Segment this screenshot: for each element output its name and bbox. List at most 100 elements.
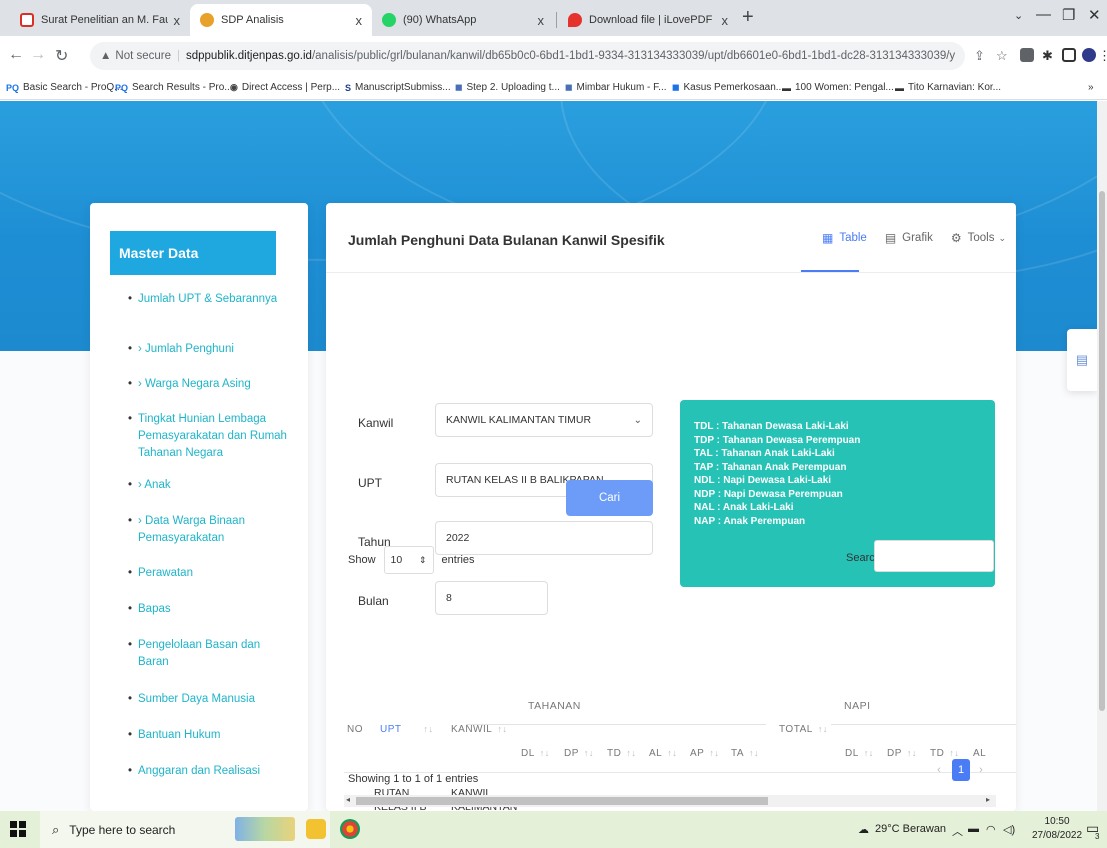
- tab-search-icon[interactable]: ⌄: [1014, 9, 1023, 22]
- cari-button[interactable]: Cari: [566, 480, 653, 516]
- search-input[interactable]: [874, 540, 994, 572]
- column-header-napi-al[interactable]: AL: [973, 748, 986, 759]
- menu-item-tingkat-hunian[interactable]: Tingkat Hunian Lembaga Pemasyarakatan da…: [128, 411, 288, 462]
- bookmark-label: 100 Women: Pengal...: [795, 82, 894, 93]
- column-header-upt[interactable]: UPT ↑↓: [380, 724, 434, 735]
- menu-item-anggaran[interactable]: Anggaran dan Realisasi: [128, 763, 260, 780]
- weather-icon[interactable]: ☁: [858, 823, 869, 836]
- browser-tab-ilovepdf[interactable]: Download file | iLovePDF x: [558, 4, 738, 36]
- tab-table[interactable]: ▦ Table: [822, 231, 867, 245]
- share-icon[interactable]: ⇪: [974, 48, 985, 64]
- bookmarks-bar: PQ Basic Search - ProQ... PQ Search Result…: [0, 78, 1107, 100]
- back-icon[interactable]: ←: [8, 46, 24, 64]
- chevron-up-icon[interactable]: ︿: [952, 823, 963, 839]
- wifi-icon[interactable]: ◠: [986, 823, 996, 836]
- group-divider: [831, 724, 1016, 725]
- bookmark-item[interactable]: PQ Basic Search - ProQ...: [6, 82, 123, 93]
- bbc-icon: ▬: [782, 82, 791, 93]
- menu-item-anak[interactable]: › Anak: [128, 477, 171, 494]
- menu-item-perawatan[interactable]: Perawatan: [128, 565, 193, 582]
- bookmark-item[interactable]: PQ Search Results - Pro...: [115, 82, 233, 93]
- forward-icon[interactable]: →: [30, 46, 46, 64]
- menu-item-warga-negara-asing[interactable]: › Warga Negara Asing: [128, 376, 251, 393]
- column-header-tahanan-dp[interactable]: DP ↑↓: [564, 748, 594, 759]
- news-icon: ◼: [672, 82, 680, 92]
- profile-avatar[interactable]: [1082, 48, 1096, 62]
- puzzle-icon[interactable]: ✱: [1042, 48, 1053, 64]
- master-data-title: Master Data: [110, 231, 276, 275]
- table-header-divider: [344, 772, 1016, 773]
- close-icon[interactable]: x: [538, 13, 545, 28]
- weather-text[interactable]: 29°C Berawan: [875, 823, 946, 835]
- column-header-kanwil[interactable]: KANWIL ↑↓: [451, 724, 507, 735]
- window-close-icon[interactable]: ✕: [1088, 6, 1101, 24]
- column-header-napi-dp[interactable]: DP ↑↓: [887, 748, 917, 759]
- chevron-down-icon: ⌄: [633, 415, 642, 426]
- menu-item-jumlah-penghuni[interactable]: › Jumlah Penghuni: [128, 341, 234, 358]
- floating-calculator-button[interactable]: ▤: [1067, 329, 1097, 391]
- extension-icon[interactable]: [1020, 48, 1034, 62]
- search-placeholder: Type here to search: [69, 822, 176, 837]
- bookmark-item[interactable]: ▬ Tito Karnavian: Kor...: [895, 82, 1001, 93]
- column-header-napi-td[interactable]: TD ↑↓: [930, 748, 959, 759]
- menu-item-jumlah-upt[interactable]: Jumlah UPT & Sebarannya: [128, 291, 277, 308]
- menu-item-bantuan-hukum[interactable]: Bantuan Hukum: [128, 727, 220, 744]
- chrome-icon[interactable]: [340, 819, 360, 839]
- bookmark-item[interactable]: ◉ Direct Access | Perp...: [230, 82, 340, 93]
- close-icon[interactable]: x: [356, 13, 363, 28]
- menu-icon[interactable]: ⋮: [1098, 48, 1107, 64]
- taskbar-search-box[interactable]: ⌕ Type here to search: [40, 811, 330, 848]
- scrollbar-thumb[interactable]: [1099, 191, 1105, 711]
- menu-item-bapas[interactable]: Bapas: [128, 601, 171, 618]
- column-header-tahanan-td[interactable]: TD ↑↓: [607, 748, 636, 759]
- menu-item-data-warga-binaan[interactable]: › Data Warga Binaan Pemasyarakatan: [128, 513, 288, 547]
- minimize-icon[interactable]: —: [1036, 6, 1051, 23]
- bookmark-item[interactable]: ▬ 100 Women: Pengal...: [782, 82, 894, 93]
- scholarone-icon: S: [345, 82, 352, 93]
- side-panel-icon[interactable]: [1062, 48, 1076, 62]
- entries-select[interactable]: 10 ⇕: [383, 546, 434, 574]
- address-bar[interactable]: ▲ Not secure | sdppublik.ditjenpas.go.id…: [90, 42, 965, 70]
- menu-item-sumber-daya-manusia[interactable]: Sumber Daya Manusia: [128, 691, 255, 708]
- warning-icon[interactable]: ▲: [100, 50, 111, 62]
- bookmark-item[interactable]: ◼ Mimbar Hukum - F...: [565, 82, 667, 93]
- bbc-icon: ▬: [895, 82, 904, 93]
- system-clock[interactable]: 10:50 27/08/2022: [1032, 815, 1082, 843]
- bulan-value: 8: [446, 592, 452, 604]
- menu-item-pengelolaan-basan[interactable]: Pengelolaan Basan dan Baran: [128, 637, 288, 671]
- tab-grafik[interactable]: ▤ Grafik: [885, 231, 933, 245]
- volume-icon[interactable]: ◁): [1003, 823, 1015, 836]
- column-header-tahanan-dl[interactable]: DL ↑↓: [521, 748, 550, 759]
- column-header-tahanan-al[interactable]: AL ↑↓: [649, 748, 677, 759]
- restore-icon[interactable]: ❐: [1062, 6, 1075, 24]
- cell-upt: RUTAN KELAS II B BALIKPAPAN: [374, 787, 427, 811]
- column-header-tahanan-ta[interactable]: TA ↑↓: [731, 748, 759, 759]
- reload-icon[interactable]: ↻: [55, 46, 68, 66]
- column-header-total[interactable]: TOTAL ↑↓: [779, 724, 828, 735]
- browser-tab-whatsapp[interactable]: (90) WhatsApp x: [372, 4, 554, 36]
- bookmark-item[interactable]: ◼ Kasus Pemerkosaan...: [672, 82, 784, 93]
- column-header-napi-dl[interactable]: DL ↑↓: [845, 748, 874, 759]
- logo-pane: [10, 821, 17, 828]
- windows-start-icon[interactable]: [10, 821, 26, 837]
- browser-tab-gmail[interactable]: Surat Penelitian an M. Fauzi - mu x: [10, 4, 190, 36]
- column-header-tahanan-ap[interactable]: AP ↑↓: [690, 748, 719, 759]
- gear-icon: ⚙: [950, 231, 962, 245]
- security-label[interactable]: Not secure: [115, 50, 171, 62]
- battery-icon[interactable]: ▬: [968, 823, 979, 835]
- bookmarks-overflow[interactable]: »: [1088, 82, 1094, 93]
- bulan-input[interactable]: 8: [435, 581, 548, 615]
- close-icon[interactable]: x: [722, 13, 729, 28]
- bookmark-item[interactable]: ◼ Step 2. Uploading t...: [455, 82, 560, 93]
- bookmark-item[interactable]: S ManuscriptSubmiss...: [345, 82, 451, 93]
- file-explorer-icon[interactable]: [306, 819, 326, 839]
- column-header-no[interactable]: NO: [347, 724, 363, 735]
- new-tab-button[interactable]: +: [742, 6, 754, 29]
- kanwil-select[interactable]: KANWIL KALIMANTAN TIMUR ⌄: [435, 403, 653, 437]
- tab-tools[interactable]: ⚙ Tools ⌄: [951, 231, 1006, 245]
- bookmark-star-icon[interactable]: ☆: [996, 48, 1008, 64]
- close-icon[interactable]: x: [174, 13, 181, 28]
- browser-tab-sdp-analisis[interactable]: SDP Analisis x: [190, 4, 372, 36]
- page-vertical-scrollbar[interactable]: [1097, 101, 1107, 811]
- search-highlight-image: [235, 817, 295, 841]
